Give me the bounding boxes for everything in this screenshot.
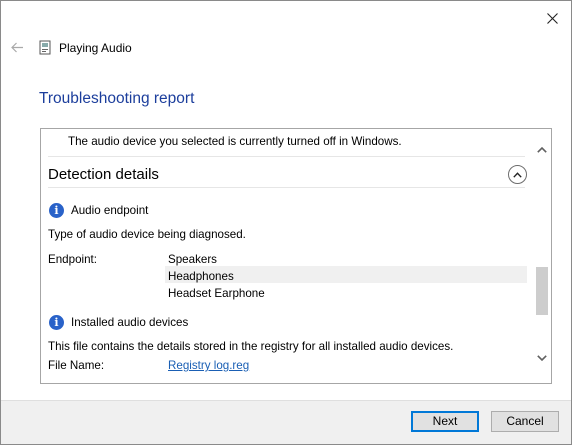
troubleshooter-app-icon [39,40,51,55]
detection-details-title: Detection details [48,166,159,183]
window-title: Playing Audio [59,41,132,55]
chevron-up-icon [513,171,522,178]
report-panel[interactable]: The audio device you selected is current… [40,128,552,384]
close-icon [546,12,558,24]
installed-description: This file contains the details stored in… [48,340,454,353]
info-icon: i [49,203,64,218]
scroll-up-button[interactable] [533,141,551,159]
endpoint-section-title: Audio endpoint [71,204,149,217]
divider [48,187,525,188]
endpoint-label: Endpoint: [48,253,97,266]
scroll-thumb[interactable] [536,267,548,315]
back-arrow-icon [10,42,23,52]
report-message: The audio device you selected is current… [68,135,402,148]
cancel-button[interactable]: Cancel [491,411,559,432]
page-heading: Troubleshooting report [39,90,195,107]
info-icon: i [49,315,64,330]
endpoint-value: Speakers [168,253,217,266]
troubleshooter-window: Playing Audio Troubleshooting report The… [0,0,572,445]
divider [48,156,525,157]
file-name-label: File Name: [48,359,105,372]
next-button[interactable]: Next [411,411,479,432]
chevron-down-icon [537,355,547,361]
registry-log-link[interactable]: Registry log.reg [168,358,249,373]
endpoint-description: Type of audio device being diagnosed. [48,228,246,241]
dialog-footer: Next Cancel [1,400,571,444]
vertical-scrollbar[interactable] [533,129,551,383]
back-button[interactable] [9,39,25,55]
close-button[interactable] [541,7,563,29]
scroll-down-button[interactable] [533,349,551,367]
installed-section-title: Installed audio devices [71,316,189,329]
endpoint-value: Headphones [168,270,234,283]
collapse-button[interactable] [508,165,527,184]
endpoint-value: Headset Earphone [168,287,265,300]
chevron-up-icon [537,147,547,153]
